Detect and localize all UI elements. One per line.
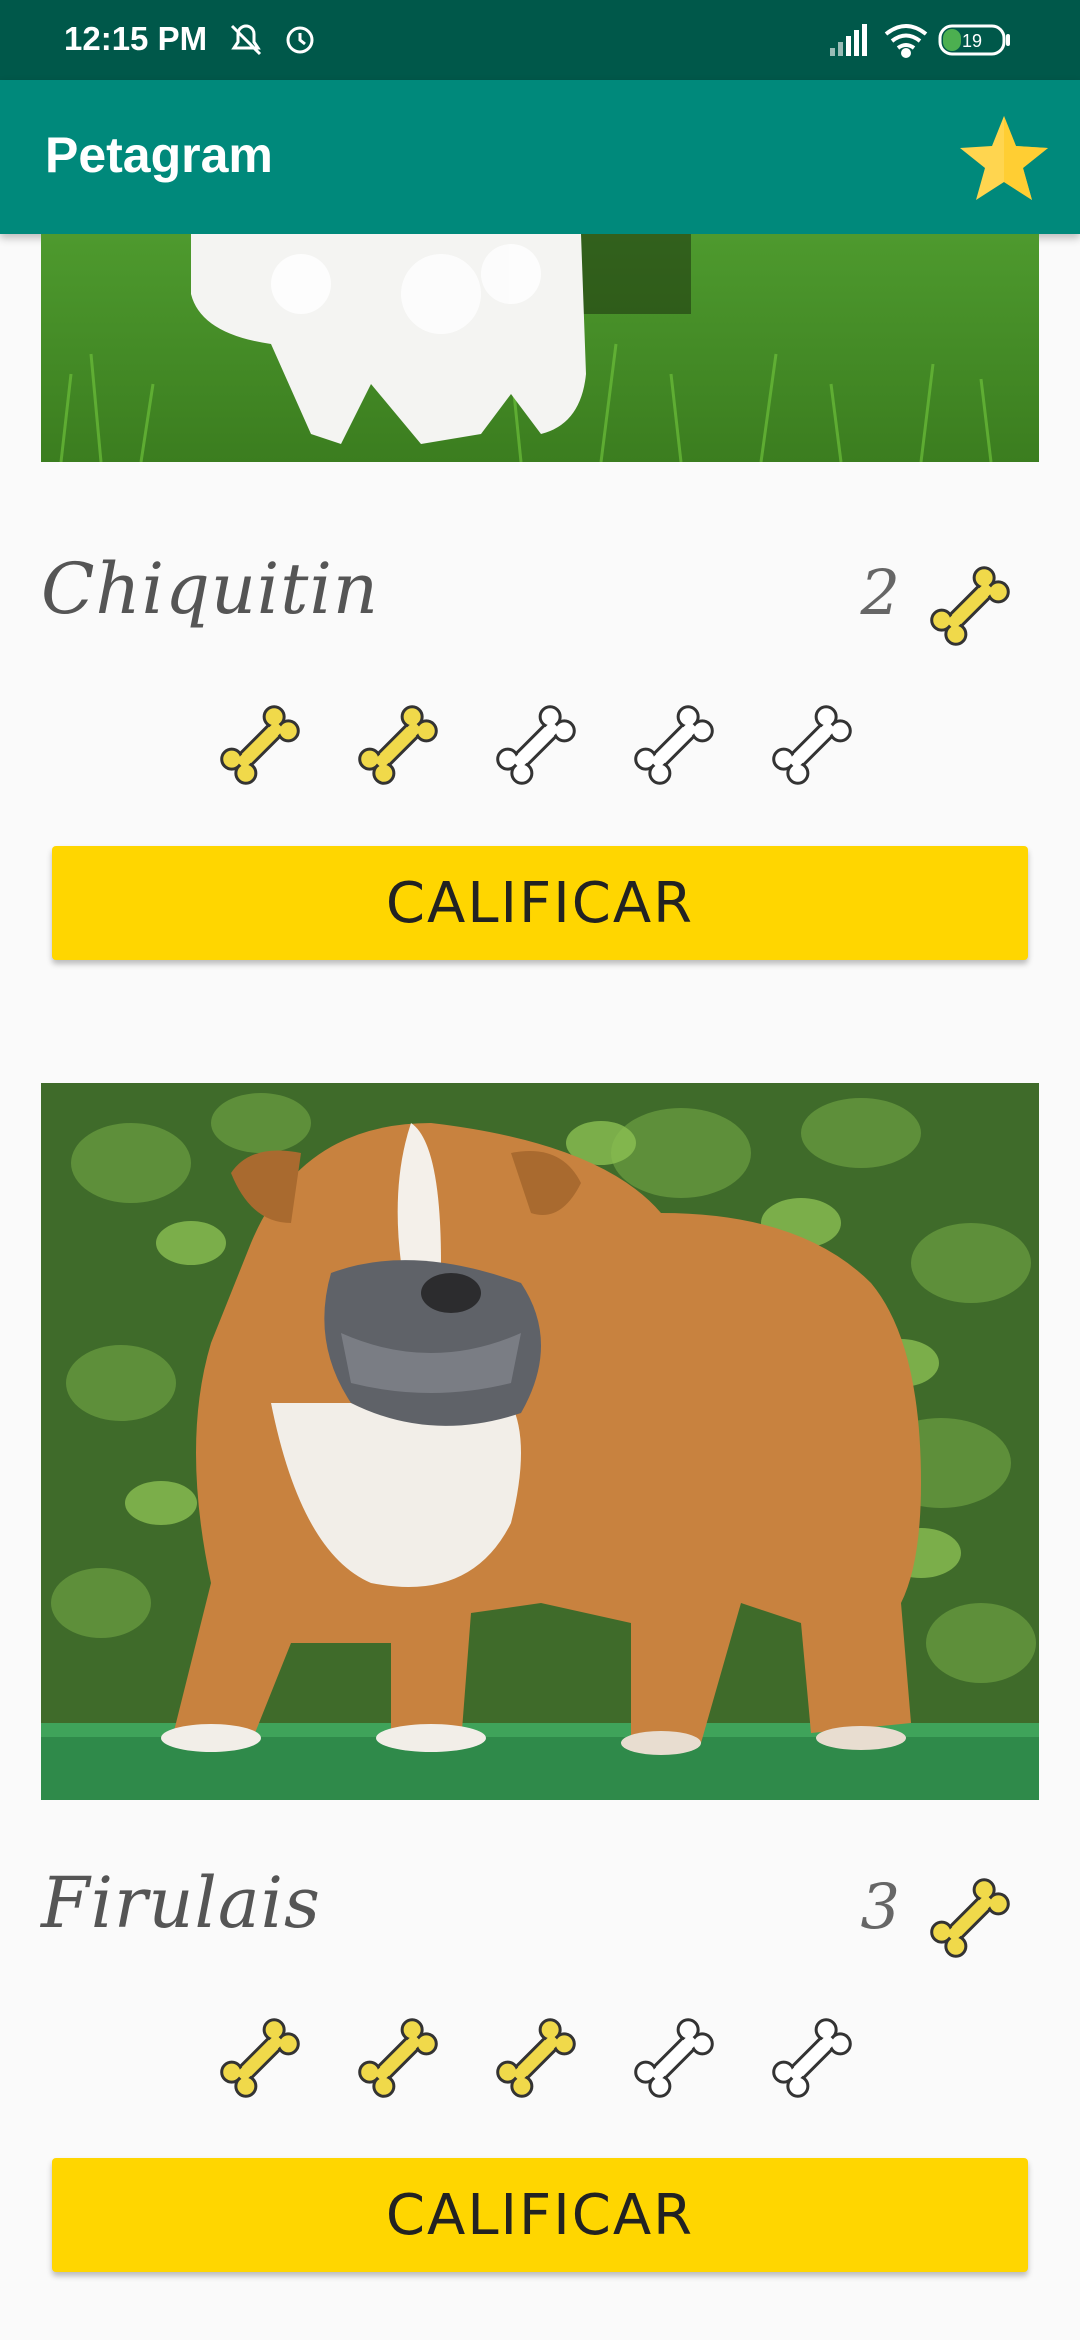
status-icons-left bbox=[228, 20, 318, 64]
rating-bone-2[interactable] bbox=[348, 695, 448, 795]
rating-bone-4[interactable] bbox=[624, 695, 724, 795]
bone-empty-icon bbox=[772, 2018, 852, 2098]
star-icon bbox=[960, 116, 1048, 200]
bone-filled-icon bbox=[496, 2018, 576, 2098]
alarm-icon bbox=[286, 26, 314, 54]
battery-level: 19 bbox=[962, 31, 982, 51]
pet-photo[interactable] bbox=[41, 1083, 1039, 1800]
pet-name: Firulais bbox=[41, 1862, 321, 1944]
app-title: Petagram bbox=[45, 127, 273, 183]
status-time: 12:15 PM bbox=[64, 20, 208, 57]
bone-icon bbox=[930, 1878, 1010, 1958]
status-icons-right: 19 bbox=[830, 22, 1020, 66]
rating-bone-1[interactable] bbox=[210, 2008, 310, 2108]
pet-name: Chiquitin bbox=[41, 548, 379, 630]
wifi-icon bbox=[884, 24, 928, 58]
pet-photo[interactable] bbox=[41, 234, 1039, 462]
bone-empty-icon bbox=[634, 2018, 714, 2098]
bone-empty-icon bbox=[496, 705, 576, 785]
bone-filled-icon bbox=[358, 705, 438, 785]
bone-filled-icon bbox=[220, 705, 300, 785]
rating-row bbox=[210, 2008, 870, 2108]
bone-filled-icon bbox=[358, 2018, 438, 2098]
rating-bone-1[interactable] bbox=[210, 695, 310, 795]
rating-bone-3[interactable] bbox=[486, 695, 586, 795]
rate-button[interactable]: CALIFICAR bbox=[52, 846, 1028, 960]
rating-bone-3[interactable] bbox=[486, 2008, 586, 2108]
battery-icon: 19 bbox=[938, 24, 1010, 56]
signal-icon bbox=[830, 24, 867, 56]
rating-bone-5[interactable] bbox=[762, 2008, 862, 2108]
like-count: 2 bbox=[860, 556, 900, 629]
status-bar: 12:15 PM 19 bbox=[0, 0, 1080, 80]
bone-empty-icon bbox=[772, 705, 852, 785]
like-count: 3 bbox=[860, 1870, 900, 1943]
rating-bone-5[interactable] bbox=[762, 695, 862, 795]
rate-button[interactable]: CALIFICAR bbox=[52, 2158, 1028, 2272]
rating-bone-2[interactable] bbox=[348, 2008, 448, 2108]
bone-filled-icon bbox=[220, 2018, 300, 2098]
favorites-button[interactable] bbox=[956, 112, 1052, 208]
app-bar: Petagram bbox=[0, 80, 1080, 234]
bone-empty-icon bbox=[634, 705, 714, 785]
rating-row bbox=[210, 695, 870, 795]
rating-bone-4[interactable] bbox=[624, 2008, 724, 2108]
bone-icon bbox=[930, 566, 1010, 646]
notifications-off-icon bbox=[230, 24, 262, 56]
